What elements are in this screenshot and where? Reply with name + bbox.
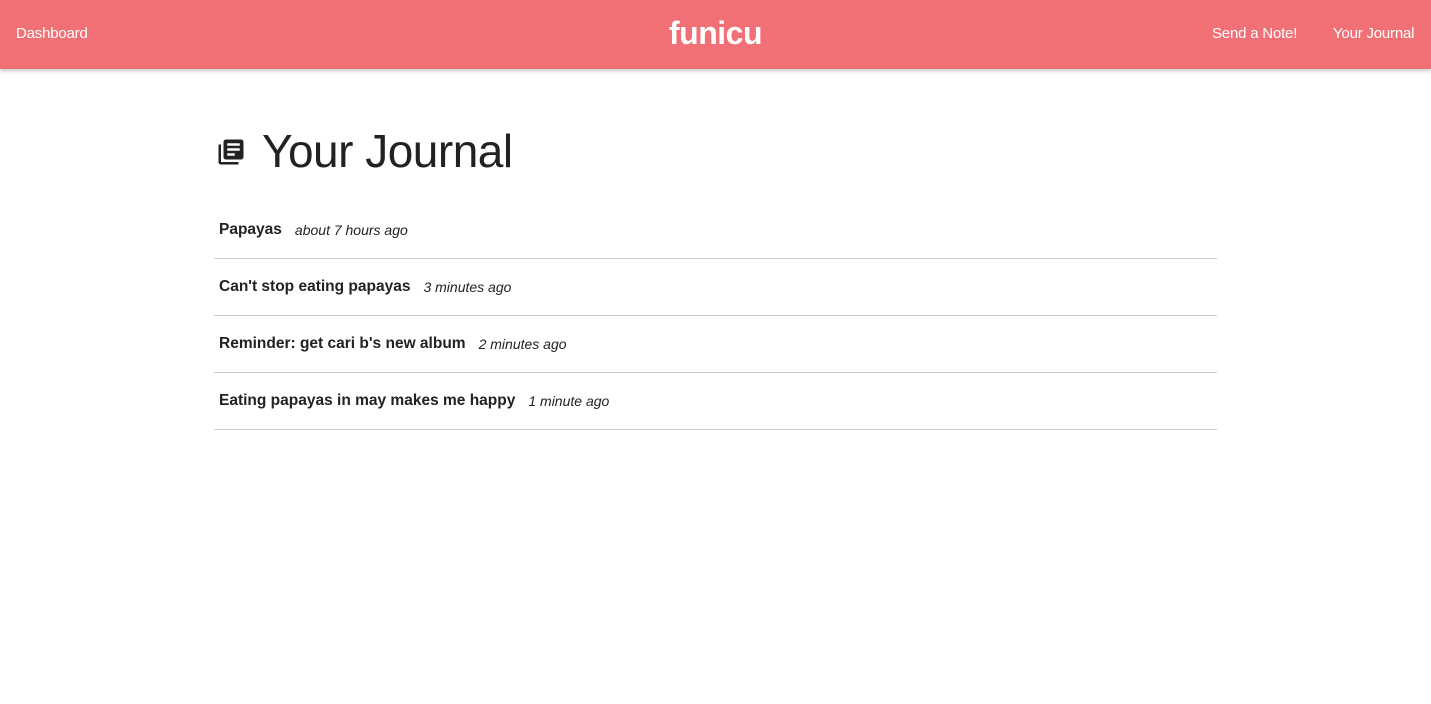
entry-title[interactable]: Eating papayas in may makes me happy — [219, 392, 515, 410]
journal-entry-list: Papayas about 7 hours ago Can't stop eat… — [214, 202, 1217, 430]
entry-timestamp: 2 minutes ago — [478, 336, 567, 352]
journal-icon — [218, 139, 244, 165]
entry-timestamp: about 7 hours ago — [294, 222, 408, 238]
entry-timestamp: 1 minute ago — [528, 393, 610, 409]
journal-entry[interactable]: Eating papayas in may makes me happy 1 m… — [214, 373, 1217, 430]
page-title: Your Journal — [214, 110, 1217, 192]
nav-your-journal-link[interactable]: Your Journal — [1333, 0, 1414, 69]
page-title-text: Your Journal — [262, 125, 513, 177]
brand-logo[interactable]: funicu — [669, 15, 762, 51]
entry-title[interactable]: Reminder: get cari b's new album — [219, 335, 466, 353]
navbar: Dashboard funicu Send a Note! Your Journ… — [0, 0, 1431, 69]
nav-dashboard-link[interactable]: Dashboard — [16, 0, 88, 69]
entry-title[interactable]: Can't stop eating papayas — [219, 278, 410, 296]
nav-send-note-link[interactable]: Send a Note! — [1212, 0, 1297, 69]
entry-timestamp: 3 minutes ago — [423, 279, 512, 295]
journal-entry[interactable]: Papayas about 7 hours ago — [214, 202, 1217, 259]
entry-title[interactable]: Papayas — [219, 221, 282, 239]
journal-entry[interactable]: Reminder: get cari b's new album 2 minut… — [214, 316, 1217, 373]
journal-entry[interactable]: Can't stop eating papayas 3 minutes ago — [214, 259, 1217, 316]
main-content: Your Journal Papayas about 7 hours ago C… — [214, 110, 1217, 430]
